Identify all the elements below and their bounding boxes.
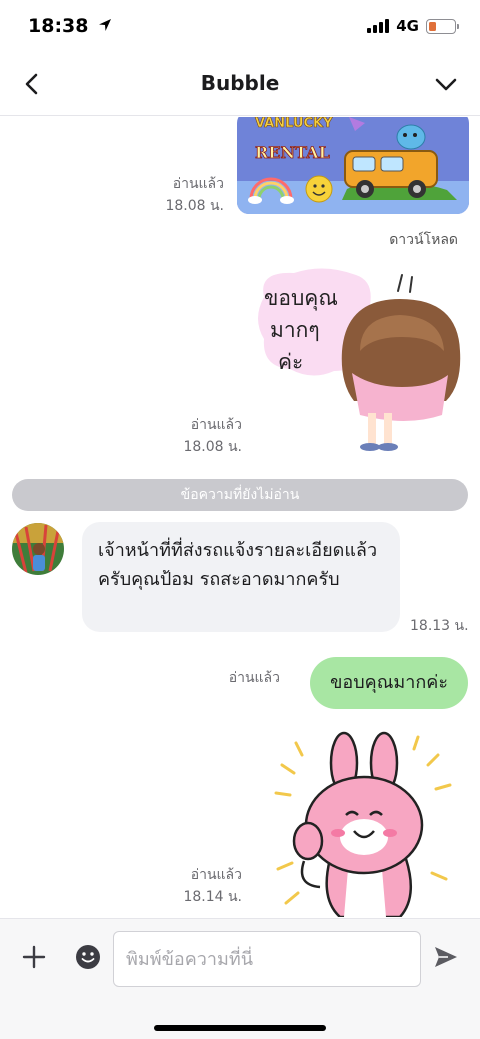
sticker-text-line-2: มากๆ	[270, 318, 320, 342]
rental-banner-image: VANLUCKY RENTAL	[237, 117, 469, 214]
emoji-button[interactable]	[74, 943, 102, 971]
user-photo-image	[12, 523, 64, 575]
add-attachment-button[interactable]	[18, 941, 50, 973]
message-time: 18.14 น.	[183, 889, 242, 905]
chat-menu-button[interactable]	[430, 68, 462, 100]
sticker-message-meta: อ่านแล้ว 18.08 น.	[183, 414, 242, 458]
bunny-sticker[interactable]	[268, 729, 460, 917]
send-icon	[435, 947, 457, 967]
message-time: 18.08 น.	[183, 439, 242, 455]
download-link[interactable]: ดาวน์โหลด	[389, 229, 458, 251]
signal-bars-icon	[367, 19, 390, 33]
message-time: 18.13 น.	[410, 618, 469, 634]
location-arrow-icon	[99, 19, 112, 31]
message-list[interactable]: อ่านแล้ว 18.08 น. VANLUCKY RENTAL ดาวน์โ…	[0, 117, 480, 917]
home-indicator	[154, 1025, 326, 1031]
svg-text:VANLUCKY: VANLUCKY	[255, 117, 333, 131]
avatar[interactable]	[12, 523, 64, 575]
status-time: 18:38	[28, 15, 113, 37]
status-bar: 18:38 4G	[0, 0, 480, 54]
plus-icon	[22, 945, 46, 969]
girl-bowing-sticker-image: ขอบคุณ มากๆ ค่ะ	[258, 268, 461, 451]
read-label: อ่านแล้ว	[190, 867, 242, 883]
read-label: อ่านแล้ว	[190, 417, 242, 433]
outgoing-message-bubble[interactable]: ขอบคุณมากค่ะ	[310, 657, 468, 709]
unread-divider: ข้อความที่ยังไม่อ่าน	[12, 479, 468, 511]
message-input[interactable]	[113, 931, 421, 987]
emoji-icon	[76, 945, 100, 969]
status-indicators: 4G	[367, 16, 459, 36]
battery-level-fill	[429, 21, 437, 31]
send-button[interactable]	[432, 943, 460, 971]
image-message[interactable]: VANLUCKY RENTAL	[237, 117, 469, 214]
network-label: 4G	[396, 17, 419, 35]
svg-text:RENTAL: RENTAL	[255, 143, 330, 162]
message-composer	[0, 918, 480, 1039]
pink-bunny-sticker-image	[274, 731, 452, 917]
sticker-text-line-3: ค่ะ	[278, 350, 303, 374]
sticker-text-line-1: ขอบคุณ	[264, 286, 338, 311]
status-time-text: 18:38	[28, 15, 89, 37]
message-time: 18.08 น.	[165, 198, 224, 214]
outgoing-message-meta: อ่านแล้ว	[229, 667, 280, 689]
thank-you-sticker[interactable]: ขอบคุณ มากๆ ค่ะ	[252, 265, 468, 455]
incoming-message-bubble[interactable]: เจ้าหน้าที่ที่ส่งรถแจ้งรายละเอียดแล้วครั…	[82, 522, 400, 632]
battery-icon	[426, 18, 459, 34]
chat-header: Bubble	[0, 54, 480, 116]
image-message-meta: อ่านแล้ว 18.08 น.	[165, 173, 224, 217]
bunny-sticker-meta: อ่านแล้ว 18.14 น.	[183, 864, 242, 908]
read-label: อ่านแล้ว	[172, 176, 224, 192]
chat-title: Bubble	[200, 71, 280, 95]
read-label: อ่านแล้ว	[228, 670, 280, 686]
chevron-down-icon	[435, 78, 457, 91]
